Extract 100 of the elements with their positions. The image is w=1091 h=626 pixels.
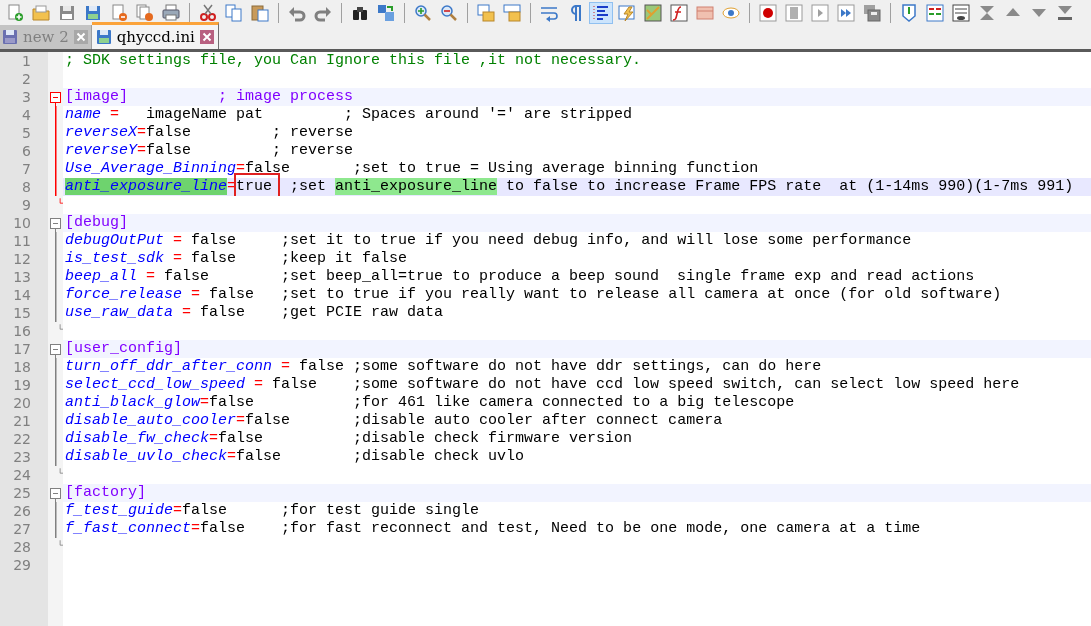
setting-key: disable_fw_check	[65, 430, 210, 447]
value-text: imageName pat	[145, 106, 264, 123]
replace-icon	[377, 3, 395, 22]
equals-sign: =	[190, 286, 202, 303]
save-icon	[58, 3, 76, 22]
play-button[interactable]	[808, 1, 832, 24]
tag-icon	[900, 3, 918, 22]
line-number: 7	[22, 160, 31, 178]
line-number: 2	[22, 70, 31, 88]
setting-key: Use_Average_Binning	[65, 160, 237, 177]
section-header: [image]	[65, 88, 128, 105]
line-number: 6	[22, 142, 31, 160]
value-text: false	[218, 430, 264, 447]
equals-sign: =	[109, 106, 121, 123]
scissors-icon	[199, 3, 217, 22]
value-text: false	[200, 304, 246, 321]
value-text: false	[209, 394, 255, 411]
line-number: 23	[13, 448, 31, 466]
zoom-in-icon	[414, 3, 432, 22]
equals-sign: =	[280, 358, 292, 375]
equals-sign: =	[209, 430, 219, 447]
setting-key: reverseX	[65, 124, 137, 141]
save-macro-icon	[863, 3, 881, 22]
line-number: 11	[13, 232, 31, 250]
value-text: ;get PCIE raw data	[280, 304, 444, 321]
record-icon	[759, 3, 777, 22]
value-text: true	[236, 178, 273, 195]
value-text: false	[245, 412, 291, 429]
value-text: ;keep it false	[280, 250, 408, 267]
indent-guide-icon	[592, 3, 610, 22]
value-text: ;set beep_all=true to produce a beep sound single frame exp and read actions	[280, 268, 975, 285]
highlighted-text: anti_exposure_line	[335, 178, 498, 195]
file-tab[interactable]: qhyccd.ini	[91, 22, 219, 49]
play-icon	[811, 3, 829, 22]
lightning-icon	[618, 3, 636, 22]
setting-key: disable_auto_cooler	[65, 412, 237, 429]
save-icon	[95, 29, 112, 45]
stop-icon	[785, 3, 803, 22]
close-all-icon	[136, 3, 154, 22]
equals-sign: =	[137, 142, 147, 159]
map-icon	[644, 3, 662, 22]
close-icon[interactable]	[73, 30, 88, 44]
line-number: 29	[13, 556, 31, 574]
value-text: ;set to true if you really want to release all camera at once (for old software)	[280, 286, 1002, 303]
zoom-out-icon	[440, 3, 458, 22]
value-text: ;set to true = Using average binning function	[352, 160, 759, 177]
section-header: [factory]	[65, 484, 146, 501]
value-text: ;disable check firmware version	[352, 430, 633, 447]
value-text: ; reverse	[271, 124, 354, 141]
close-file-icon	[110, 3, 128, 22]
line-number: 25	[13, 484, 31, 502]
setting-key: beep_all	[65, 268, 137, 285]
record-button[interactable]	[756, 1, 780, 24]
save-all-icon	[84, 3, 102, 22]
value-text: ;for 461 like camera connected to a big telescope	[352, 394, 795, 411]
setting-key: use_raw_data	[65, 304, 174, 321]
fast-forward-button[interactable]	[834, 1, 858, 24]
line-number: 5	[22, 124, 31, 142]
setting-key: disable_uvlo_check	[65, 448, 228, 465]
printer-button[interactable]	[159, 1, 183, 24]
value-text: false	[146, 124, 192, 141]
value-text: false	[299, 358, 345, 375]
value-text: ; Spaces around '=' are stripped	[343, 106, 633, 123]
equals-sign: =	[173, 502, 183, 519]
line-number: 27	[13, 520, 31, 538]
map-button[interactable]	[641, 1, 665, 24]
function-icon	[670, 3, 688, 22]
line-number: 4	[22, 106, 31, 124]
section-header: [user_config]	[65, 340, 183, 357]
indent-guide-button[interactable]	[589, 1, 613, 24]
value-text: ;set	[289, 178, 328, 195]
equals-sign: =	[227, 448, 237, 465]
line-number: 15	[13, 304, 31, 322]
value-text: false	[146, 142, 192, 159]
setting-key: force_release	[65, 286, 183, 303]
comment-text: ; SDK settings file, you Can Ignore this file ,it not necessary.	[65, 52, 642, 69]
line-number: 21	[13, 412, 31, 430]
function-button[interactable]	[667, 1, 691, 24]
fast-forward-icon	[837, 3, 855, 22]
value-text: false	[236, 448, 282, 465]
section-header: [debug]	[65, 214, 128, 231]
line-number: 26	[13, 502, 31, 520]
setting-key: turn_off_ddr_after_conn	[65, 358, 273, 375]
line-number: 17	[13, 340, 31, 358]
value-text: ;for test guide single	[280, 502, 480, 519]
value-text: ;some software do not have ccd low speed switch, can select low speed here	[352, 376, 1020, 393]
panel-icon	[952, 3, 970, 22]
paste-icon	[251, 3, 269, 22]
line-number: 19	[13, 376, 31, 394]
setting-key: debugOutPut	[65, 232, 165, 249]
setting-key: anti_black_glow	[65, 394, 201, 411]
equals-sign: =	[181, 304, 193, 321]
setting-key: select_ccd_low_speed	[65, 376, 246, 393]
value-text: ; reverse	[271, 142, 354, 159]
panel-button[interactable]	[949, 1, 973, 24]
close-icon[interactable]	[199, 30, 214, 44]
list-button[interactable]	[923, 1, 947, 24]
value-text: false	[191, 232, 237, 249]
line-number: 16	[13, 322, 31, 340]
list-icon	[926, 3, 944, 22]
